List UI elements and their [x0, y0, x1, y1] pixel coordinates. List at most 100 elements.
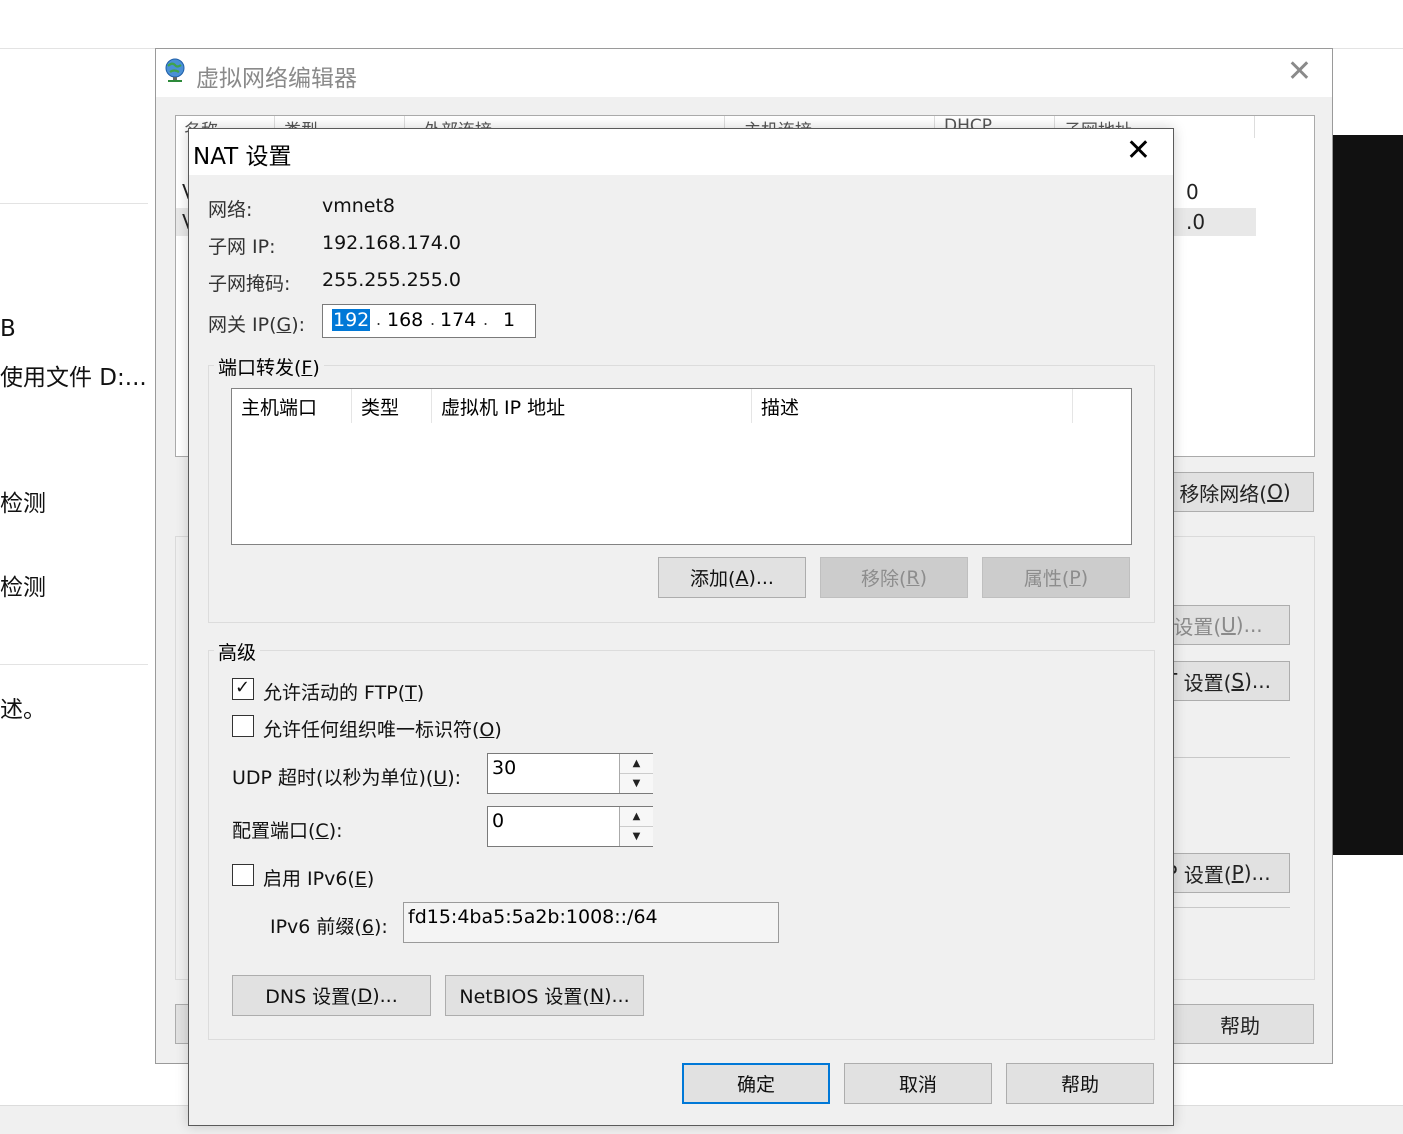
subnet-mask-label: 子网掩码:: [208, 273, 291, 295]
remove-network-button[interactable]: 移除网络(O): [1156, 472, 1314, 512]
add-port-forward-button[interactable]: 添加(A)...: [658, 557, 806, 598]
button-label: NetBIOS 设置(: [459, 986, 590, 1008]
ip-octet-4[interactable]: 1: [503, 309, 515, 331]
button-label: 设置(: [1183, 670, 1232, 695]
label-text: ):: [291, 314, 306, 336]
access-key: C: [315, 820, 329, 842]
spin-down-icon[interactable]: ▼: [620, 827, 653, 847]
button-label: )...: [372, 984, 398, 1007]
label-text: 网关 IP(: [208, 314, 277, 336]
column-header-type[interactable]: 类型: [352, 389, 432, 423]
label-text: 启用 IPv6(: [263, 868, 355, 890]
ip-octet-1[interactable]: 192: [332, 309, 371, 331]
button-label: 属性(: [1023, 568, 1070, 590]
parent-help-button[interactable]: 帮助: [1166, 1004, 1314, 1044]
access-key: P: [1231, 861, 1244, 885]
config-port-spinner[interactable]: ▲ ▼: [619, 807, 653, 846]
cancel-button[interactable]: 取消: [844, 1063, 992, 1104]
ipv6-prefix-input[interactable]: fd15:4ba5:5a2b:1008::/64: [403, 902, 779, 943]
access-key: U: [433, 767, 448, 789]
dialog-title: NAT 设置: [193, 144, 292, 170]
table-cell: 0: [1186, 180, 1199, 204]
label-text: 允许活动的 FTP(: [263, 682, 406, 704]
config-port-label: 配置端口(C):: [232, 816, 343, 843]
bg-text: 述。: [0, 697, 46, 723]
label-text: ): [366, 868, 375, 890]
allow-active-ftp-label[interactable]: 允许活动的 FTP(T): [263, 678, 424, 705]
access-key: N: [589, 984, 605, 1007]
bg-text: 检测: [0, 491, 46, 517]
network-value: vmnet8: [322, 195, 396, 217]
gateway-ip-input[interactable]: 192 . 168 . 174 . 1: [322, 304, 536, 338]
enable-ipv6-checkbox[interactable]: [232, 864, 254, 886]
label-text: 允许任何组织唯一标识符(: [263, 719, 480, 741]
column-header-description[interactable]: 描述: [752, 389, 1073, 423]
enable-ipv6-label[interactable]: 启用 IPv6(E): [263, 864, 374, 891]
ip-octet-3[interactable]: 174: [440, 309, 476, 331]
allow-any-oui-checkbox[interactable]: [232, 715, 254, 737]
bg-divider: [0, 48, 155, 49]
label-text: ):: [447, 767, 462, 789]
button-label: 移除(: [860, 568, 907, 590]
port-forward-properties-button[interactable]: 属性(P): [982, 557, 1130, 598]
button-label: )...: [748, 566, 774, 589]
label-text: ):: [373, 916, 388, 938]
close-icon[interactable]: ✕: [1126, 134, 1151, 168]
label-text: 端口转发(: [218, 357, 302, 379]
close-icon[interactable]: ✕: [1287, 57, 1312, 87]
udp-timeout-spinner[interactable]: ▲ ▼: [619, 754, 653, 793]
help-button[interactable]: 帮助: [1006, 1063, 1154, 1104]
ip-dot: .: [483, 310, 489, 329]
bg-dark-panel: [1333, 135, 1403, 855]
ok-button[interactable]: 确定: [682, 1063, 830, 1104]
bg-text: 使用文件 D:...: [0, 365, 147, 391]
subnet-ip-label: 子网 IP:: [208, 236, 276, 258]
access-key: A: [735, 566, 749, 589]
column-header-host-port[interactable]: 主机端口: [232, 389, 352, 423]
access-key: O: [1267, 480, 1283, 504]
ip-octet-selected: 192: [332, 309, 371, 331]
button-label: DNS 设置(: [265, 986, 358, 1008]
button-label: )...: [1235, 613, 1263, 637]
advanced-label: 高级: [214, 638, 261, 665]
ip-dot: .: [376, 310, 382, 329]
udp-timeout-label: UDP 超时(以秒为单位)(U):: [232, 763, 461, 790]
netbios-settings-button[interactable]: NetBIOS 设置(N)...: [445, 975, 644, 1016]
button-label: ): [919, 566, 928, 589]
port-forwarding-list[interactable]: 主机端口 类型 虚拟机 IP 地址 描述: [231, 388, 1132, 545]
title-bar: NAT 设置 ✕: [189, 129, 1173, 175]
allow-active-ftp-checkbox[interactable]: ✓: [232, 678, 254, 700]
remove-port-forward-button[interactable]: 移除(R): [820, 557, 968, 598]
label-text: 配置端口(: [232, 820, 316, 842]
access-key: U: [1221, 613, 1236, 637]
bg-text: 检测: [0, 575, 46, 601]
bg-divider: [0, 203, 148, 204]
table-cell: .0: [1186, 210, 1206, 234]
window-title: 虚拟网络编辑器: [196, 66, 357, 92]
subnet-ip-value: 192.168.174.0: [322, 232, 462, 254]
globe-icon: [165, 58, 185, 82]
ip-dot: .: [430, 310, 436, 329]
access-key: R: [906, 566, 920, 589]
dns-settings-button[interactable]: DNS 设置(D)...: [232, 975, 431, 1016]
button-label: 移除网络(: [1179, 481, 1268, 506]
access-key: S: [1231, 669, 1245, 693]
subnet-mask-value: 255.255.255.0: [322, 269, 462, 291]
spin-up-icon[interactable]: ▲: [620, 754, 653, 774]
gateway-ip-label: 网关 IP(G):: [208, 310, 305, 337]
access-key: E: [354, 868, 367, 890]
access-key: O: [479, 719, 495, 741]
allow-any-oui-label[interactable]: 允许任何组织唯一标识符(O): [263, 715, 502, 742]
access-key: T: [405, 682, 417, 704]
spin-down-icon[interactable]: ▼: [620, 774, 653, 794]
button-label: 添加(: [690, 568, 736, 590]
column-header-vm-ip[interactable]: 虚拟机 IP 地址: [432, 389, 752, 423]
access-key: P: [1069, 566, 1081, 589]
ip-octet-2[interactable]: 168: [387, 309, 423, 331]
bg-text: B: [0, 316, 16, 342]
label-text: ): [494, 719, 502, 741]
button-label: ): [1080, 566, 1089, 589]
access-key: G: [276, 314, 292, 336]
port-forwarding-label: 端口转发(F): [214, 353, 324, 380]
spin-up-icon[interactable]: ▲: [620, 807, 653, 827]
